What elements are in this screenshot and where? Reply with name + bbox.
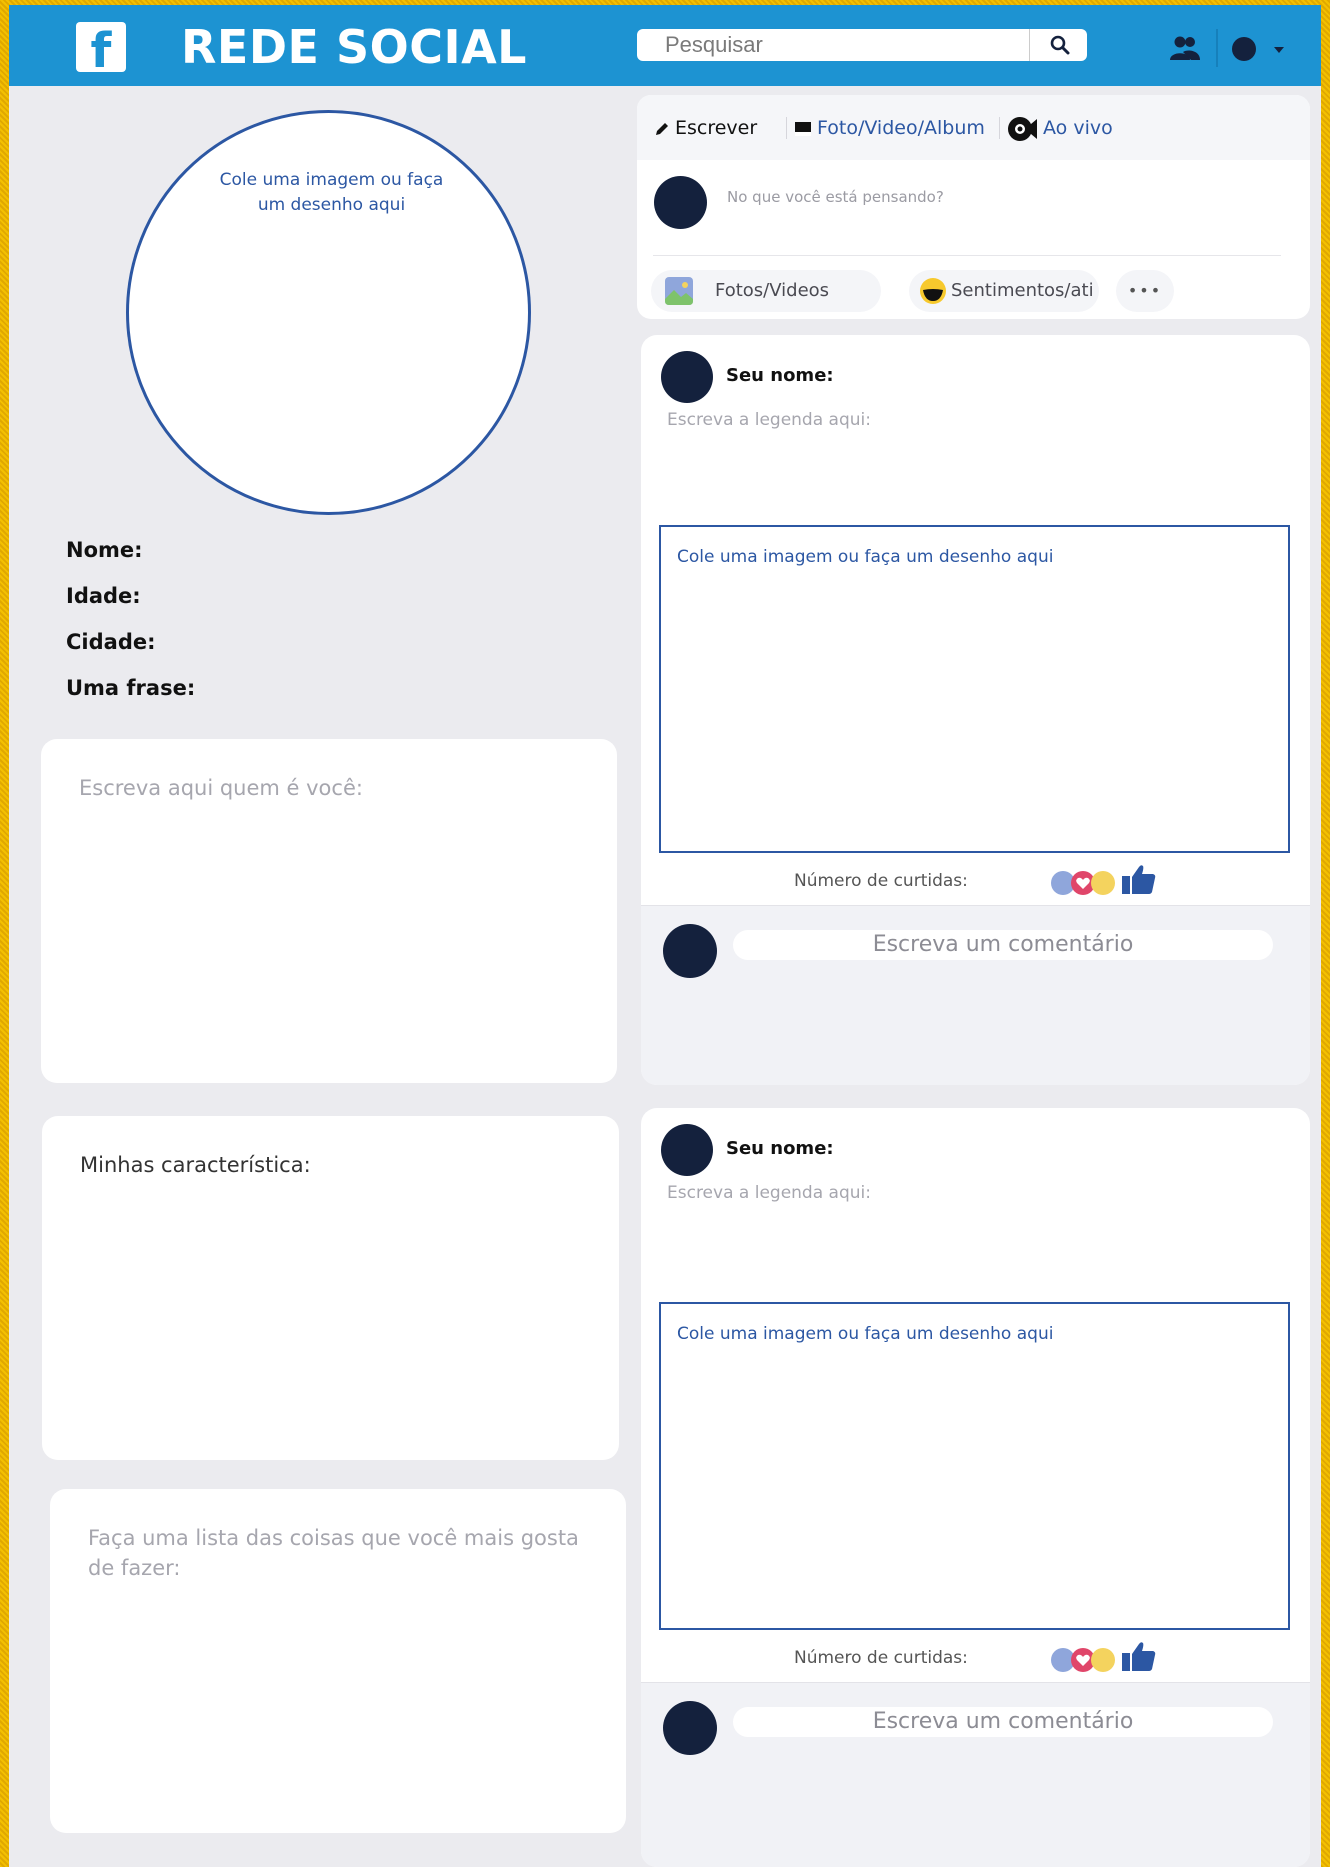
tab-photo-video[interactable]: Foto/Video/Album xyxy=(795,115,985,141)
tab-live-label: Ao vivo xyxy=(1043,117,1113,139)
traits-card[interactable]: Minhas característica: xyxy=(42,1116,619,1460)
photo-album-icon xyxy=(795,121,811,136)
profile-photo-area[interactable]: Cole uma imagem ou faça um desenho aqui xyxy=(126,110,531,515)
about-card[interactable]: Escreva aqui quem é você: xyxy=(41,739,617,1083)
likes-list-prompt: Faça uma lista das coisas que você mais … xyxy=(88,1526,579,1580)
field-age: Idade: xyxy=(66,584,141,608)
likes-count-label: Número de curtidas: xyxy=(794,1648,968,1668)
thumbs-up-icon xyxy=(1122,865,1156,894)
field-name: Nome: xyxy=(66,538,143,562)
field-city: Cidade: xyxy=(66,630,156,654)
likes-count-label: Número de curtidas: xyxy=(794,871,968,891)
feelings-label: Sentimentos/ati xyxy=(951,280,1094,301)
tab-write-label: Escrever xyxy=(675,117,758,139)
comment-avatar xyxy=(663,1701,717,1755)
brand-title: REDE SOCIAL xyxy=(181,20,527,74)
photos-videos-button[interactable]: Fotos/Videos xyxy=(651,270,881,312)
composer-avatar xyxy=(654,176,707,229)
smiley-reaction-icon xyxy=(1091,1648,1115,1672)
search-icon xyxy=(1050,35,1070,55)
about-prompt: Escreva aqui quem é você: xyxy=(79,776,363,800)
chevron-down-icon[interactable] xyxy=(1274,47,1284,53)
tab-photo-video-label: Foto/Video/Album xyxy=(817,117,985,139)
post-author: Seu nome: xyxy=(726,1138,834,1159)
comment-input[interactable]: Escreva um comentário xyxy=(733,930,1273,960)
tab-divider xyxy=(999,117,1000,139)
photos-videos-label: Fotos/Videos xyxy=(715,280,830,301)
profile-photo-prompt: Cole uma imagem ou faça um desenho aqui xyxy=(219,170,444,215)
post-avatar xyxy=(661,351,713,403)
comment-section: Escreva um comentário xyxy=(641,905,1310,1085)
comment-input[interactable]: Escreva um comentário xyxy=(733,1707,1273,1737)
thumbs-up-icon xyxy=(1122,1642,1156,1671)
composer-input[interactable]: No que você está pensando? xyxy=(727,188,944,206)
post-author: Seu nome: xyxy=(726,365,834,386)
post-caption[interactable]: Escreva a legenda aqui: xyxy=(667,410,871,430)
smiley-reaction-icon xyxy=(1091,871,1115,895)
header-divider xyxy=(1216,29,1218,67)
comment-section: Escreva um comentário xyxy=(641,1682,1310,1867)
post-card: Seu nome: Escreva a legenda aqui: Cole u… xyxy=(641,335,1310,1085)
account-avatar[interactable] xyxy=(1232,37,1256,61)
friends-icon[interactable] xyxy=(1169,35,1201,61)
post-image-prompt: Cole uma imagem ou faça um desenho aqui xyxy=(677,547,1054,567)
profile-info: Nome: Idade: Cidade: Uma frase: xyxy=(66,535,195,719)
page: f REDE SOCIAL Pesquisar Cole uma imagem … xyxy=(9,5,1321,1867)
tab-divider xyxy=(786,117,787,139)
pencil-icon xyxy=(656,122,668,135)
more-options-icon: ••• xyxy=(1127,281,1163,300)
post-caption[interactable]: Escreva a legenda aqui: xyxy=(667,1183,871,1203)
facebook-logo-icon[interactable]: f xyxy=(76,22,126,72)
search-input[interactable]: Pesquisar xyxy=(637,29,1087,61)
search-button[interactable] xyxy=(1029,29,1087,61)
post-avatar xyxy=(661,1124,713,1176)
traits-prompt: Minhas característica: xyxy=(80,1153,311,1177)
likes-list-card[interactable]: Faça uma lista das coisas que você mais … xyxy=(50,1489,626,1833)
post-image-area[interactable]: Cole uma imagem ou faça um desenho aqui xyxy=(659,1302,1290,1630)
tab-live[interactable]: Ao vivo xyxy=(1007,115,1113,141)
tab-write[interactable]: Escrever xyxy=(655,115,757,141)
smiley-icon xyxy=(920,278,946,304)
more-options-button[interactable]: ••• xyxy=(1116,270,1174,312)
reactions[interactable] xyxy=(1051,1638,1161,1674)
live-video-icon xyxy=(1008,116,1037,141)
composer-divider xyxy=(653,255,1281,256)
post-image-area[interactable]: Cole uma imagem ou faça um desenho aqui xyxy=(659,525,1290,853)
image-icon xyxy=(665,277,693,305)
post-card: Seu nome: Escreva a legenda aqui: Cole u… xyxy=(641,1108,1310,1867)
field-phrase: Uma frase: xyxy=(66,676,196,700)
post-image-prompt: Cole uma imagem ou faça um desenho aqui xyxy=(677,1324,1054,1344)
reactions[interactable] xyxy=(1051,861,1161,897)
feelings-button[interactable]: Sentimentos/ati xyxy=(909,270,1099,312)
top-bar: f REDE SOCIAL Pesquisar xyxy=(9,5,1321,86)
post-composer: Escrever Foto/Video/Album Ao vivo No que… xyxy=(637,95,1310,319)
comment-avatar xyxy=(663,924,717,978)
